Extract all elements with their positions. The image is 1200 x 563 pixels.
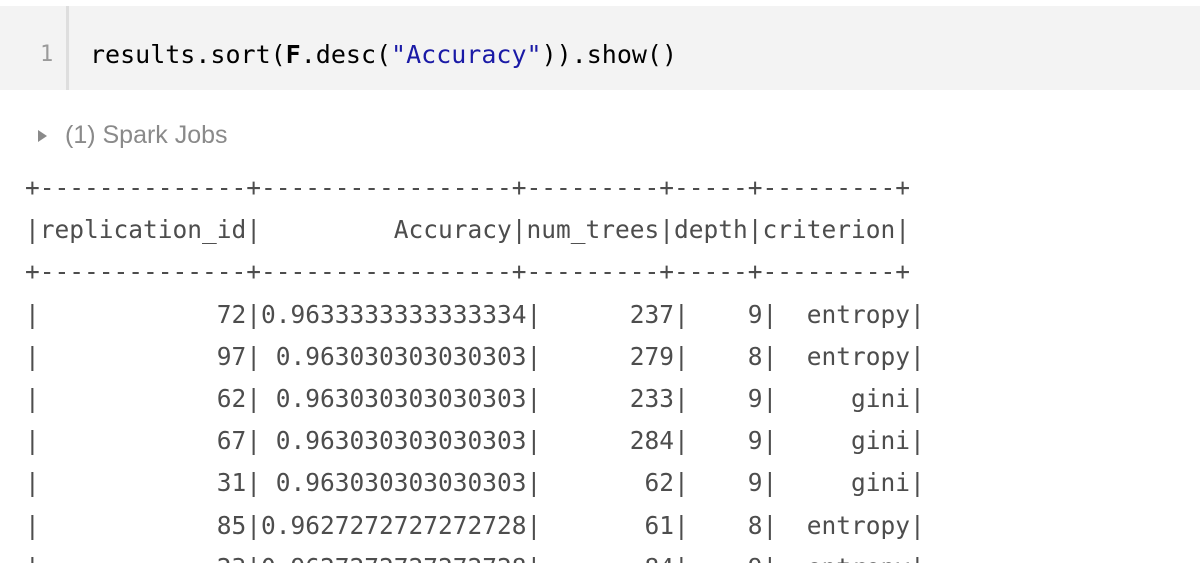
table-border-top: +--------------+-----------------+------… — [25, 173, 911, 202]
notebook-view: 1 results.sort(F.desc("Accuracy")).show(… — [0, 0, 1200, 563]
table-row: | 85|0.9627272727272728| 61| 8| entropy| — [25, 510, 925, 540]
table-row: | 67| 0.963030303030303| 284| 9| gini| — [25, 426, 925, 456]
code-cell[interactable]: 1 results.sort(F.desc("Accuracy")).show(… — [0, 6, 1200, 90]
code-suffix: )).show() — [541, 40, 678, 69]
gutter-divider — [66, 6, 69, 90]
table-row: | 62| 0.963030303030303| 233| 9| gini| — [25, 383, 925, 413]
code-line[interactable]: results.sort(F.desc("Accuracy")).show() — [90, 40, 677, 70]
line-number: 1 — [40, 42, 54, 67]
table-border-mid: +--------------+-----------------+------… — [25, 257, 911, 287]
code-method: .desc( — [300, 40, 392, 69]
table-row: | 31| 0.963030303030303| 62| 9| gini| — [25, 468, 925, 498]
caret-right-icon[interactable] — [38, 130, 47, 142]
table-row: | 97| 0.963030303030303| 279| 8| entropy… — [25, 341, 925, 371]
spark-jobs-label: (1) Spark Jobs — [65, 120, 228, 149]
table-header: |replication_id| Accuracy|num_trees|dept… — [25, 215, 911, 245]
cell-output: +--------------+-----------------+------… — [25, 167, 925, 563]
table-row: | 72|0.9633333333333334| 237| 9| entropy… — [25, 299, 925, 329]
code-string-literal: "Accuracy" — [391, 40, 542, 69]
code-prefix: results.sort( — [90, 40, 286, 69]
spark-jobs-toggle[interactable]: (1) Spark Jobs — [38, 118, 228, 152]
code-object: F — [285, 40, 301, 69]
table-row: | 23|0.9627272727272728| 84| 9| entropy| — [25, 547, 925, 563]
